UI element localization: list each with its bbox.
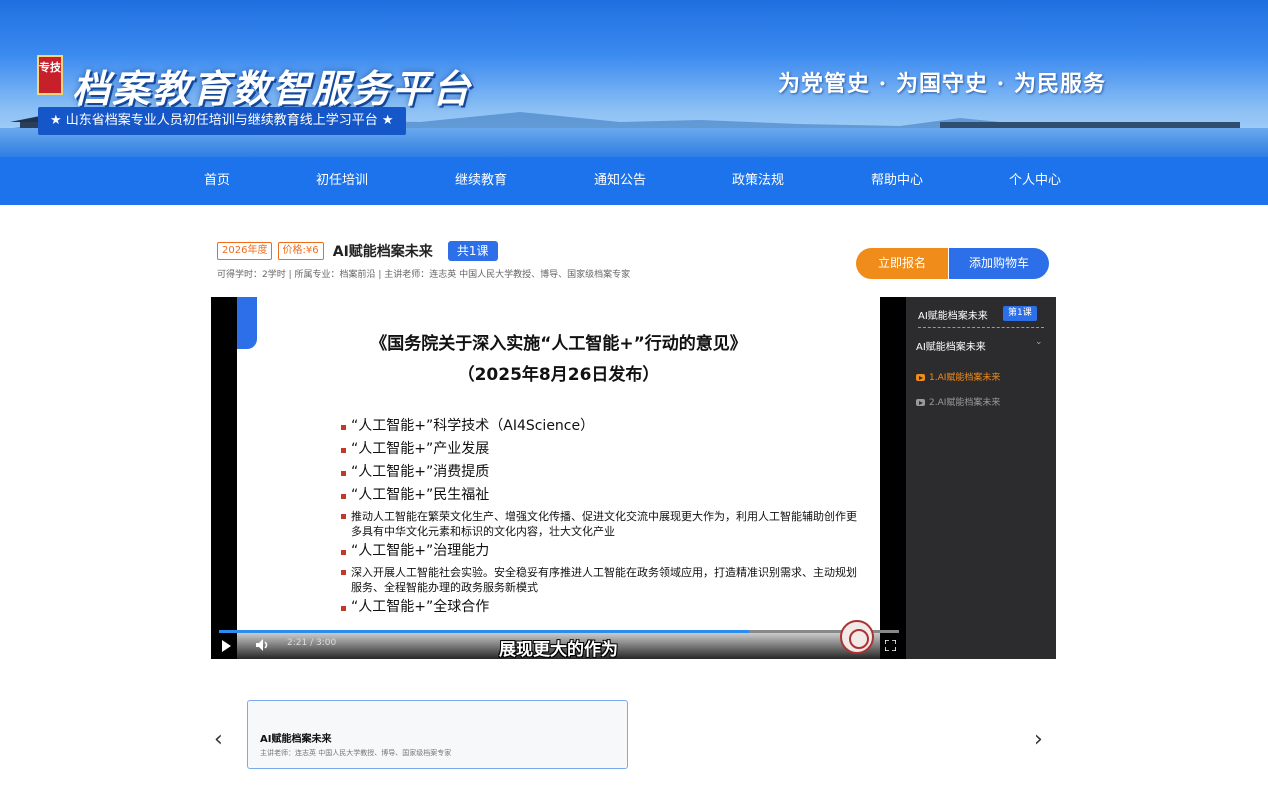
video-icon: [916, 399, 925, 406]
course-card-teacher: 主讲老师：连志英 中国人民大学教授、博导、国家级档案专家: [260, 749, 452, 757]
slide-date: （2025年8月26日发布）: [457, 365, 660, 385]
slide-bullet-detail: 推动人工智能在繁荣文化生产、增强文化传播、促进文化交流中展现更大作为，利用人工智…: [339, 507, 859, 540]
progress-fill[interactable]: [219, 630, 750, 633]
header-banner: 专技 档案教育数智服务平台 ★ 山东省档案专业人员初任培训与继续教育线上学习平台…: [0, 0, 1268, 157]
nav-item-initial-training[interactable]: 初任培训: [316, 157, 368, 205]
chevron-down-icon[interactable]: ⌄: [1035, 337, 1043, 347]
slide-bullet: “人工智能+”科学技术（AI4Science）: [339, 415, 859, 438]
site-title[interactable]: 档案教育数智服务平台: [72, 58, 472, 113]
video-player[interactable]: 《国务院关于深入实施“人工智能+”行动的意见》 （2025年8月26日发布） “…: [211, 297, 906, 660]
university-seal-icon: [840, 620, 874, 654]
nav-item-profile[interactable]: 个人中心: [1009, 157, 1061, 205]
playlist-section-header[interactable]: AI赋能档案未来: [916, 338, 986, 353]
lesson-count-badge: 共1课: [447, 240, 498, 261]
logo-badge: 专技: [37, 55, 63, 95]
slide-bullet-detail: 深入开展人工智能社会实验。安全稳妥有序推进人工智能在政务领域应用，打造精准识别需…: [339, 563, 859, 596]
playlist-title: AI赋能档案未来: [918, 311, 988, 322]
course-card[interactable]: AI赋能档案未来 主讲老师：连志英 中国人民大学教授、博导、国家级档案专家: [247, 700, 628, 769]
nav-item-help[interactable]: 帮助中心: [871, 157, 923, 205]
divider: [918, 327, 1044, 328]
carousel-next-arrow[interactable]: ›: [1034, 727, 1043, 752]
slide-bullet: “人工智能+”治理能力: [339, 540, 859, 563]
enroll-button[interactable]: 立即报名: [856, 248, 948, 279]
fullscreen-icon[interactable]: [885, 640, 896, 651]
slide-bullet: “人工智能+”消费提质: [339, 461, 859, 484]
slide-title: 《国务院关于深入实施“人工智能+”行动的意见》: [370, 334, 747, 354]
add-to-cart-button[interactable]: 添加购物车: [949, 248, 1049, 279]
nav-item-continuing-education[interactable]: 继续教育: [455, 157, 507, 205]
nav-item-notices[interactable]: 通知公告: [594, 157, 646, 205]
slide-bullet-list: “人工智能+”科学技术（AI4Science） “人工智能+”产业发展 “人工智…: [339, 415, 859, 619]
slide-bullet: “人工智能+”产业发展: [339, 438, 859, 461]
playlist-lesson-badge: 第1课: [1003, 306, 1037, 321]
playlist-panel: AI赋能档案未来 第1课 AI赋能档案未来 ⌄ 1.AI赋能档案未来 2.AI赋…: [906, 297, 1056, 659]
slogan: 为党管史 · 为国守史 · 为民服务: [778, 71, 1106, 97]
course-card-title: AI赋能档案未来: [260, 734, 332, 745]
price-tag: 价格:¥6: [277, 241, 324, 260]
playlist-item[interactable]: 1.AI赋能档案未来: [916, 370, 1000, 383]
playlist-item-label: 2.AI赋能档案未来: [929, 398, 1001, 408]
nav-item-policies[interactable]: 政策法规: [732, 157, 784, 205]
playlist-item[interactable]: 2.AI赋能档案未来: [916, 395, 1000, 408]
playlist-item-label: 1.AI赋能档案未来: [929, 373, 1001, 383]
slide-bullet: “人工智能+”全球合作: [339, 596, 859, 619]
site-subtitle: ★ 山东省档案专业人员初任培训与继续教育线上学习平台 ★: [38, 107, 406, 135]
slide-bullet: “人工智能+”民生福祉: [339, 484, 859, 507]
video-subtitle: 展现更大的作为: [499, 640, 618, 660]
main-nav: 首页 初任培训 继续教育 通知公告 政策法规 帮助中心 个人中心: [0, 157, 1268, 205]
course-title: AI赋能档案未来: [332, 243, 433, 260]
carousel-prev-arrow[interactable]: ‹: [214, 727, 223, 752]
year-tag: 2026年度: [217, 241, 273, 260]
video-frame-slide: 《国务院关于深入实施“人工智能+”行动的意见》 （2025年8月26日发布） “…: [237, 297, 880, 659]
nav-item-home[interactable]: 首页: [204, 157, 230, 205]
video-icon: [916, 374, 925, 381]
